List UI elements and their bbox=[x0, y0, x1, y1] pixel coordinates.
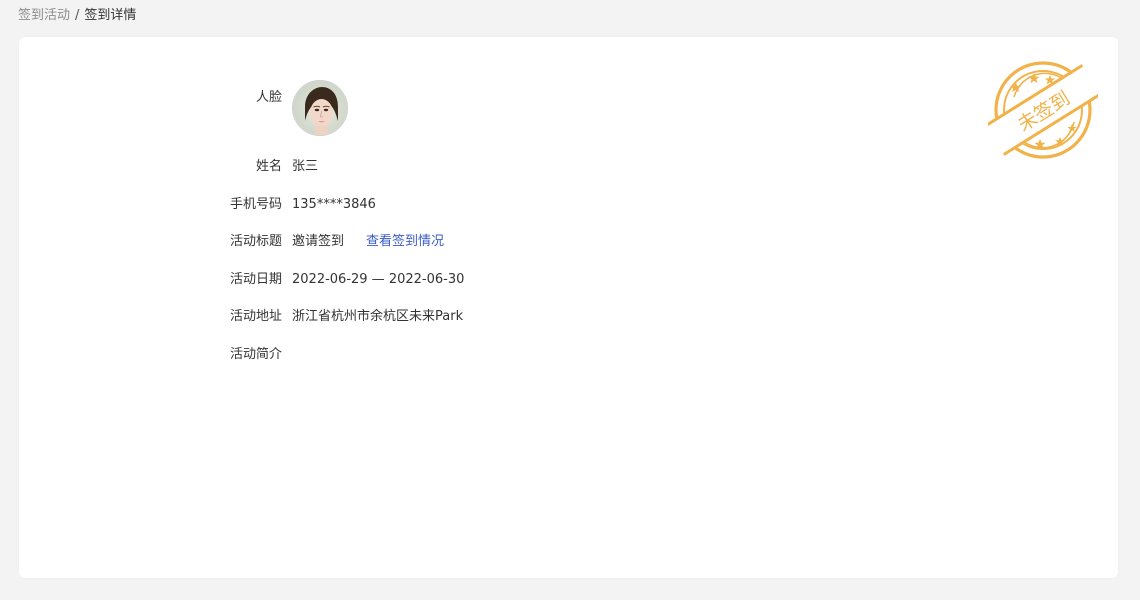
breadcrumb-item-checkin-detail: 签到详情 bbox=[84, 8, 137, 23]
activity-date-label: 活动日期 bbox=[229, 272, 282, 287]
activity-date-value: 2022-06-29 — 2022-06-30 bbox=[292, 272, 465, 287]
breadcrumb-item-checkin-activity[interactable]: 签到活动 bbox=[18, 8, 70, 23]
activity-address-value: 浙江省杭州市余杭区未来Park bbox=[292, 309, 464, 324]
address-row: 活动地址 浙江省杭州市余杭区未来Park bbox=[19, 307, 719, 327]
not-checked-in-stamp: 未签到 bbox=[984, 55, 1102, 165]
face-label: 人脸 bbox=[255, 90, 282, 105]
activity-title-label: 活动标题 bbox=[229, 234, 282, 249]
name-row: 姓名 张三 bbox=[19, 157, 719, 177]
date-row: 活动日期 2022-06-29 — 2022-06-30 bbox=[19, 270, 719, 290]
activity-intro-label: 活动简介 bbox=[229, 347, 282, 362]
user-face-photo-icon bbox=[293, 81, 347, 135]
name-label: 姓名 bbox=[255, 159, 282, 174]
detail-card: 人脸 姓名 张三 手机号码 135****3846 活动标题 邀请签到 查看签到… bbox=[19, 37, 1118, 578]
avatar bbox=[292, 80, 348, 136]
phone-value: 135****3846 bbox=[292, 197, 376, 212]
name-value: 张三 bbox=[292, 159, 319, 174]
phone-row: 手机号码 135****3846 bbox=[19, 195, 719, 215]
face-row: 人脸 bbox=[19, 88, 419, 108]
phone-label: 手机号码 bbox=[229, 197, 282, 212]
seal-stamp-icon: 未签到 bbox=[984, 61, 1102, 159]
view-checkin-status-link[interactable]: 查看签到情况 bbox=[366, 234, 444, 249]
breadcrumb: 签到活动 / 签到详情 bbox=[18, 8, 136, 24]
intro-row: 活动简介 bbox=[19, 345, 719, 365]
activity-title-value: 邀请签到 bbox=[292, 234, 345, 249]
title-row: 活动标题 邀请签到 查看签到情况 bbox=[19, 232, 719, 252]
breadcrumb-separator: / bbox=[75, 8, 80, 23]
activity-title-value-wrap: 邀请签到 查看签到情况 bbox=[292, 232, 444, 252]
activity-address-label: 活动地址 bbox=[229, 309, 282, 324]
